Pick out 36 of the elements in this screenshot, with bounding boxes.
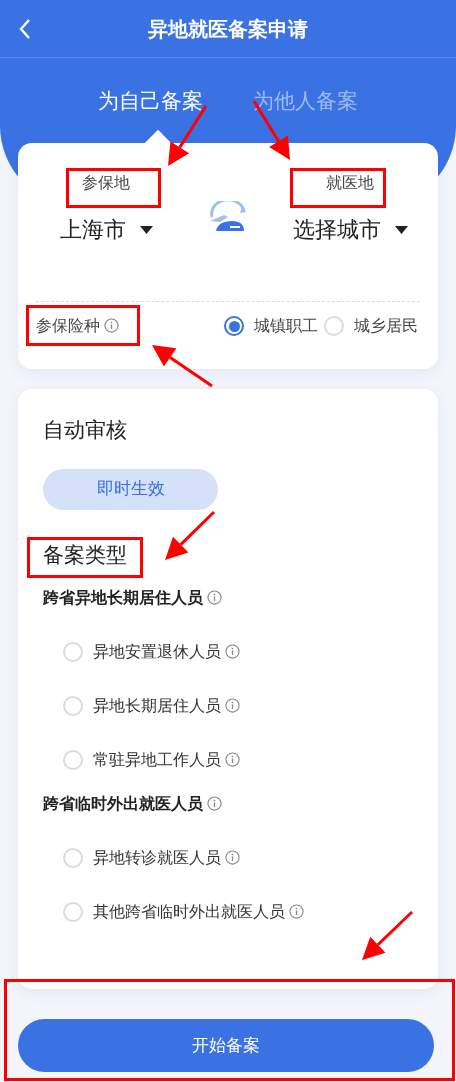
location-label: 参保地	[82, 172, 130, 194]
caret-icon	[139, 225, 153, 234]
start-button[interactable]: 开始备案	[18, 1019, 434, 1072]
insurance-label: 参保险种	[36, 314, 119, 338]
tab[interactable]: 为自己备案	[98, 86, 203, 116]
arrow-annotation	[165, 510, 216, 560]
option-label: 城镇职工	[254, 315, 318, 337]
location-label: 就医地	[326, 172, 374, 194]
back-icon[interactable]	[18, 18, 32, 40]
arrow-annotation	[362, 910, 414, 960]
caret-icon	[394, 225, 408, 234]
option-label: 异地安置退休人员	[93, 639, 240, 664]
info-icon[interactable]	[207, 589, 222, 605]
option-label: 异地长期居住人员	[93, 693, 240, 718]
arrow-annotation	[152, 345, 213, 388]
section-title: 备案类型	[43, 543, 127, 566]
group-title: 跨省异地长期居住人员	[43, 585, 413, 610]
option-label: 其他跨省临时外出就医人员	[93, 899, 304, 924]
option-label: 城乡居民	[354, 315, 418, 337]
radio-button[interactable]	[224, 316, 244, 336]
info-icon[interactable]	[225, 849, 240, 865]
city-dropdown[interactable]: 上海市	[59, 213, 153, 246]
info-icon[interactable]	[289, 903, 304, 919]
section-title: 自动审核	[43, 417, 127, 444]
page-title: 异地就医备案申请	[148, 15, 308, 43]
group-title: 跨省临时外出就医人员	[43, 791, 413, 816]
info-icon[interactable]	[225, 643, 240, 659]
tab[interactable]: 为他人备案	[253, 86, 358, 116]
city-dropdown[interactable]: 选择城市	[292, 213, 408, 246]
option-label: 异地转诊就医人员	[93, 845, 240, 870]
status-badge: 即时生效	[43, 468, 218, 510]
info-icon[interactable]	[207, 795, 222, 811]
info-icon[interactable]	[225, 697, 240, 713]
option-label: 常驻异地工作人员	[93, 747, 240, 772]
info-icon[interactable]	[104, 318, 119, 333]
info-icon[interactable]	[225, 751, 240, 767]
